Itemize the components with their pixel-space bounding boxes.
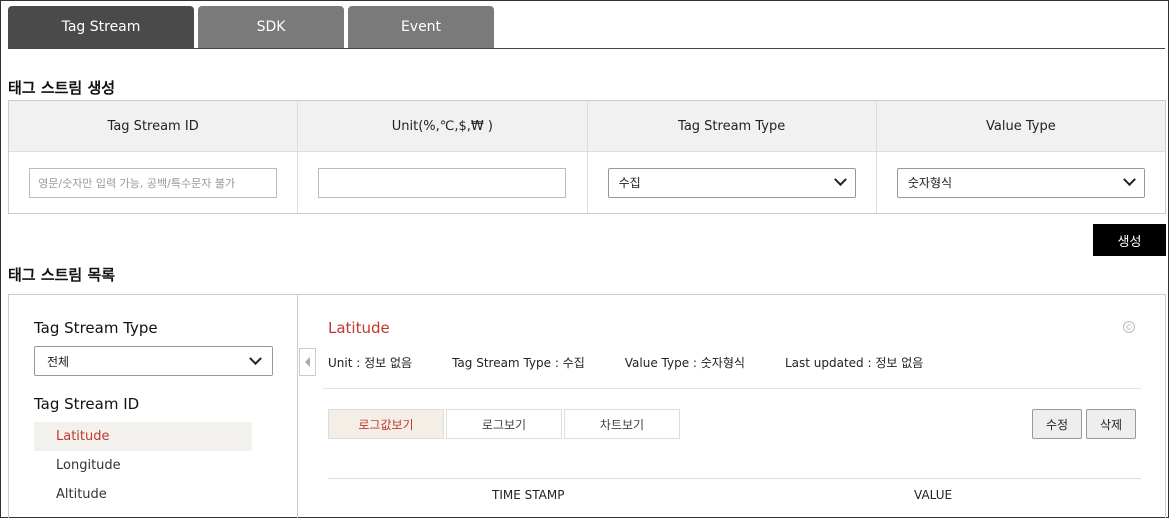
table-top-border	[328, 478, 1141, 479]
chevron-down-icon	[833, 173, 847, 187]
edit-button[interactable]: 수정	[1032, 409, 1082, 439]
detail-meta: Unit : 정보 없음 Tag Stream Type : 수집 Value …	[328, 354, 963, 371]
tab-tag-stream[interactable]: Tag Stream	[8, 6, 194, 48]
meta-type: Tag Stream Type : 수집	[452, 356, 585, 370]
top-tabs: Tag Stream SDK Event	[8, 6, 498, 48]
filter-sidebar: Tag Stream Type 전체 Tag Stream ID Latitud…	[9, 295, 298, 518]
subtab-chart[interactable]: 차트보기	[564, 409, 680, 439]
column-header: Tag Stream Type	[587, 101, 876, 152]
meta-value-type: Value Type : 숫자형식	[624, 356, 745, 370]
create-col-unit: Unit(%,℃,$,₩ )	[298, 101, 588, 213]
filter-type-label: Tag Stream Type	[34, 319, 158, 337]
tabs-divider	[8, 48, 1165, 49]
detail-divider	[323, 388, 1141, 389]
create-col-value-type: Value Type 숫자형식	[876, 101, 1165, 213]
app-frame: Tag Stream SDK Event 태그 스트림 생성 Tag Strea…	[0, 0, 1169, 518]
create-col-type: Tag Stream Type 수집	[587, 101, 877, 213]
copyright-icon: ©	[1123, 321, 1135, 333]
tab-sdk[interactable]: SDK	[198, 6, 344, 48]
column-header: Unit(%,℃,$,₩ )	[298, 101, 587, 152]
create-col-id: Tag Stream ID 영문/숫자만 입력 가능, 공백/특수문자 불가	[9, 101, 299, 213]
value-type-select[interactable]: 숫자형식	[896, 167, 1145, 198]
select-value: 숫자형식	[907, 176, 953, 190]
list-item[interactable]: Longitude	[34, 451, 252, 480]
tab-event[interactable]: Event	[348, 6, 494, 48]
select-value: 전체	[47, 354, 70, 369]
unit-input[interactable]	[318, 167, 567, 198]
chevron-down-icon	[249, 351, 262, 365]
list-section-title: 태그 스트림 목록	[8, 266, 116, 284]
filter-type-select[interactable]: 전체	[34, 346, 273, 376]
column-header-value: VALUE	[914, 488, 953, 502]
meta-last-updated: Last updated : 정보 없음	[784, 356, 924, 370]
create-form-table: Tag Stream ID 영문/숫자만 입력 가능, 공백/특수문자 불가 U…	[8, 100, 1166, 214]
column-header-timestamp: TIME STAMP	[492, 488, 565, 502]
create-button[interactable]: 생성	[1093, 224, 1166, 256]
select-value: 수집	[618, 176, 641, 190]
tag-stream-type-select[interactable]: 수집	[607, 167, 856, 198]
detail-title: Latitude	[328, 319, 390, 337]
id-list-label: Tag Stream ID	[34, 395, 140, 413]
column-header: Tag Stream ID	[9, 101, 298, 152]
tag-stream-list-panel: Tag Stream Type 전체 Tag Stream ID Latitud…	[8, 294, 1166, 518]
meta-unit: Unit : 정보 없음	[328, 356, 413, 370]
detail-pane: Latitude © Unit : 정보 없음 Tag Stream Type …	[299, 295, 1167, 518]
tag-stream-id-input[interactable]: 영문/숫자만 입력 가능, 공백/특수문자 불가	[29, 167, 278, 198]
subtab-log-values[interactable]: 로그값보기	[328, 409, 444, 439]
id-list: Latitude Longitude Altitude	[34, 422, 252, 509]
detail-subtabs: 로그값보기 로그보기 차트보기	[328, 409, 682, 439]
chevron-down-icon	[1123, 173, 1136, 187]
subtab-logs[interactable]: 로그보기	[446, 409, 562, 439]
column-header: Value Type	[876, 101, 1165, 152]
create-section-title: 태그 스트림 생성	[8, 79, 116, 97]
list-item[interactable]: Latitude	[34, 422, 252, 451]
list-item[interactable]: Altitude	[34, 480, 252, 509]
delete-button[interactable]: 삭제	[1086, 409, 1136, 439]
